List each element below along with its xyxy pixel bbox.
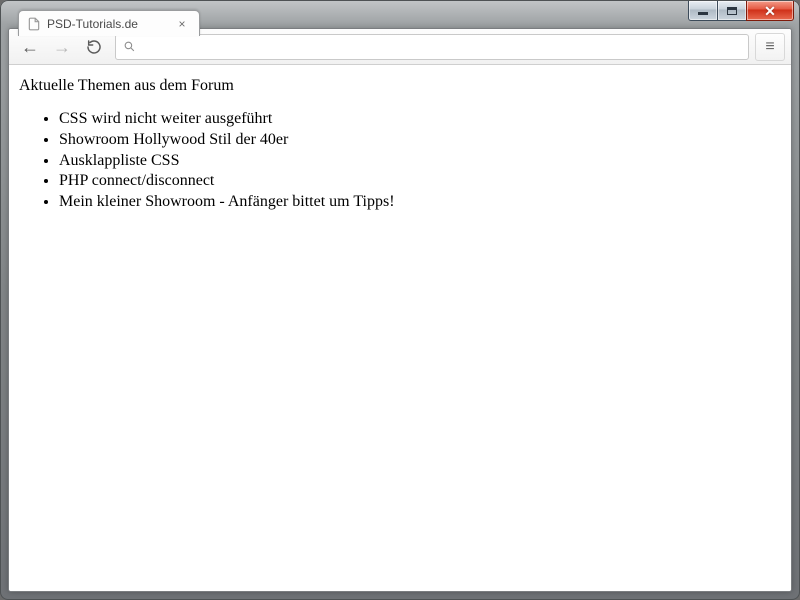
- arrow-left-icon: ←: [21, 38, 39, 56]
- close-icon: ✕: [764, 4, 776, 18]
- browser-chrome: ← → ≡: [8, 28, 792, 592]
- minimize-icon: [698, 12, 708, 15]
- tab-close-button[interactable]: ×: [175, 17, 189, 31]
- close-button[interactable]: ✕: [746, 1, 794, 21]
- maximize-icon: [727, 7, 737, 15]
- window-frame: ✕ PSD-Tutorials.de × ← →: [0, 0, 800, 600]
- address-bar[interactable]: [115, 34, 749, 60]
- forward-button[interactable]: →: [47, 33, 77, 61]
- window-controls: ✕: [689, 1, 794, 21]
- reload-button[interactable]: [79, 33, 109, 61]
- close-icon: ×: [178, 17, 185, 31]
- page-viewport[interactable]: Aktuelle Themen aus dem Forum CSS wird n…: [9, 65, 791, 591]
- minimize-button[interactable]: [688, 1, 718, 21]
- list-item: PHP connect/disconnect: [59, 171, 781, 192]
- list-item: CSS wird nicht weiter ausgeführt: [59, 109, 781, 130]
- file-icon: [27, 16, 41, 32]
- arrow-right-icon: →: [53, 38, 71, 56]
- reload-icon: [86, 39, 102, 55]
- tab-strip: PSD-Tutorials.de ×: [18, 10, 200, 36]
- hamburger-icon: ≡: [765, 38, 774, 56]
- back-button[interactable]: ←: [15, 33, 45, 61]
- search-icon: [122, 40, 136, 54]
- menu-button[interactable]: ≡: [755, 33, 785, 61]
- forum-topic-list: CSS wird nicht weiter ausgeführt Showroo…: [59, 109, 781, 213]
- page-content: Aktuelle Themen aus dem Forum CSS wird n…: [9, 65, 791, 225]
- browser-tab[interactable]: PSD-Tutorials.de ×: [18, 10, 200, 36]
- list-item: Ausklappliste CSS: [59, 151, 781, 172]
- page-heading: Aktuelle Themen aus dem Forum: [19, 77, 781, 95]
- maximize-button[interactable]: [717, 1, 747, 21]
- list-item: Mein kleiner Showroom - Anfänger bittet …: [59, 192, 781, 213]
- tab-title: PSD-Tutorials.de: [47, 17, 175, 31]
- list-item: Showroom Hollywood Stil der 40er: [59, 130, 781, 151]
